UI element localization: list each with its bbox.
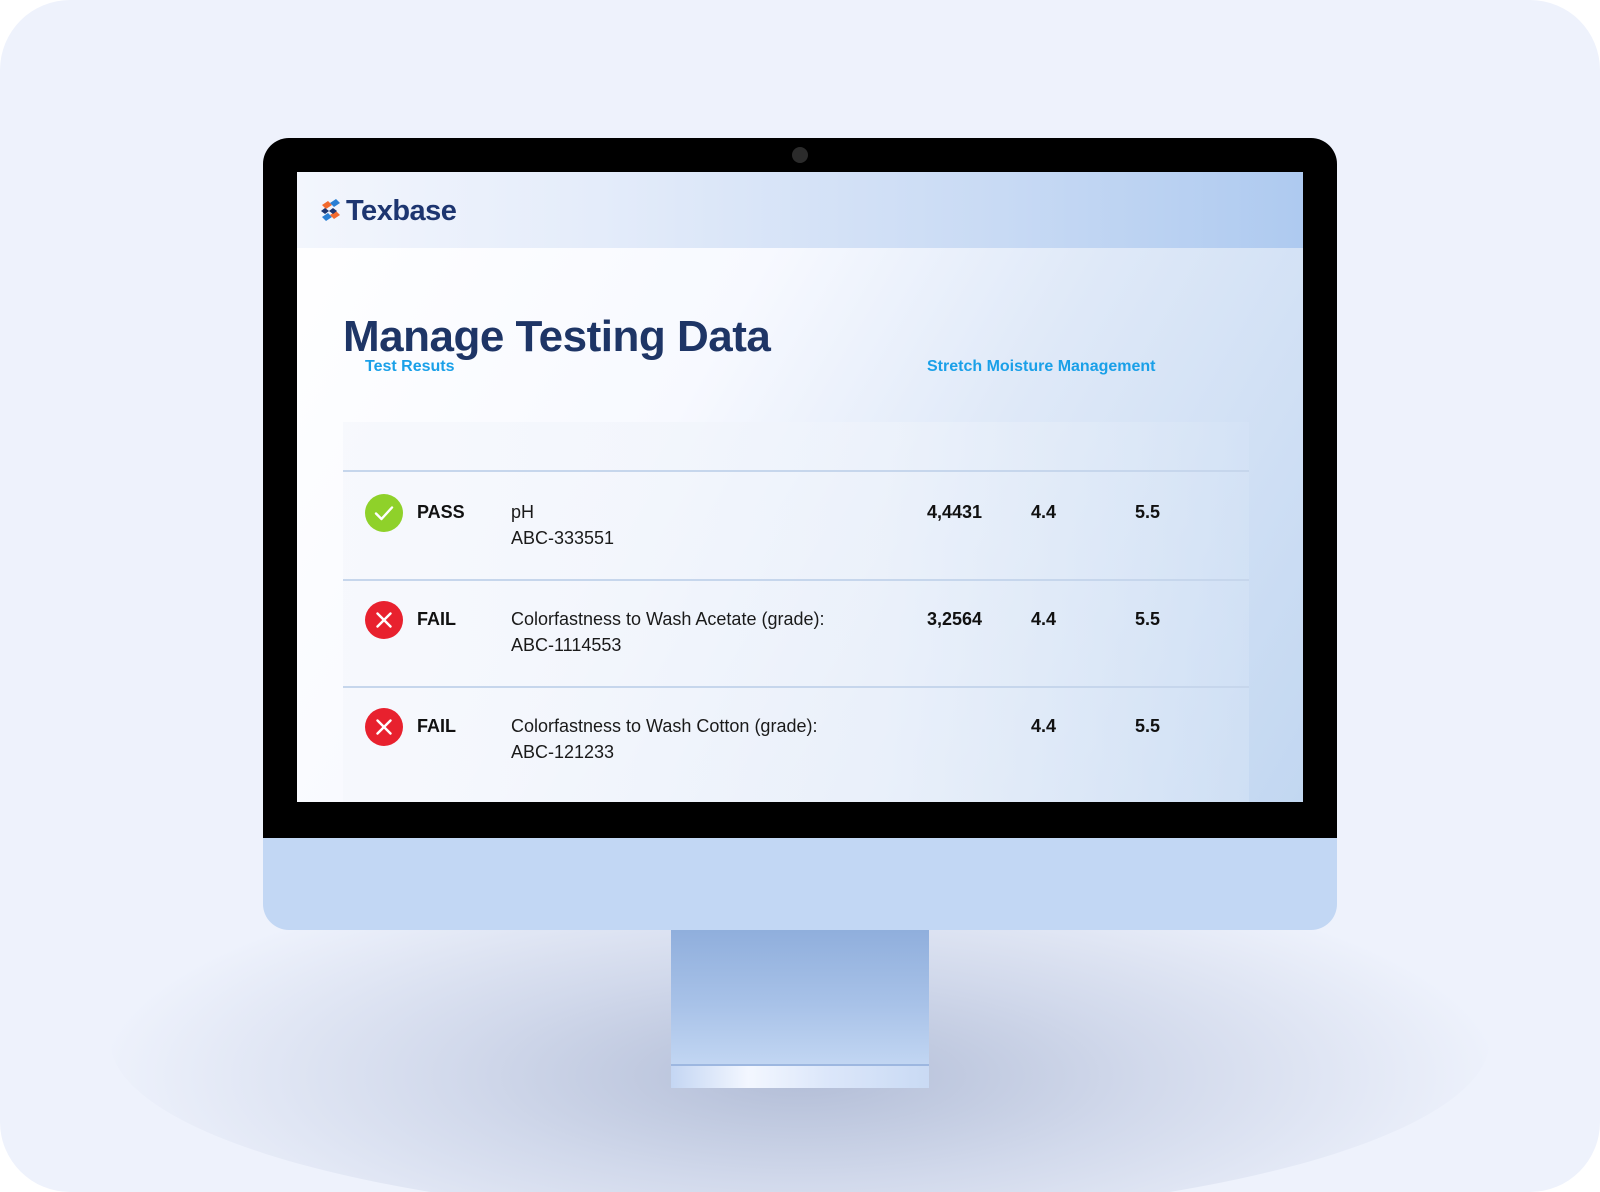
close-icon — [365, 708, 403, 746]
logo-text: Texbase — [346, 194, 457, 227]
page-title: Manage Testing Data — [343, 312, 771, 361]
min-value: 4.4 — [1031, 716, 1057, 736]
monitor-chin — [263, 832, 1337, 930]
stand-base — [671, 1066, 929, 1088]
check-icon — [365, 494, 403, 532]
test-name: pH — [511, 502, 535, 522]
row-divider — [343, 686, 1249, 688]
app-header: Texbase — [297, 172, 1303, 248]
result-value: 4,4431 — [927, 502, 983, 522]
status-label: FAIL — [417, 609, 456, 629]
texbase-logo[interactable]: Texbase — [319, 194, 457, 227]
min-value: 4.4 — [1031, 609, 1057, 629]
test-code: ABC-121233 — [511, 742, 615, 762]
test-name: Colorfastness to Wash Acetate (grade): — [511, 609, 825, 629]
monitor-screen: Texbase Manage Testing Data Test Resuts … — [297, 172, 1303, 802]
row-divider — [343, 579, 1249, 581]
max-value: 5.5 — [1135, 502, 1161, 522]
status-label: FAIL — [417, 716, 456, 736]
test-code: ABC-333551 — [511, 528, 615, 548]
test-name: Colorfastness to Wash Cotton (grade): — [511, 716, 818, 736]
test-code: ABC-1114553 — [511, 635, 622, 655]
camera-icon — [792, 147, 808, 163]
result-value: 3,2564 — [927, 609, 983, 629]
monitor-stand — [671, 928, 929, 1068]
header-divider — [343, 470, 1249, 472]
max-value: 5.5 — [1135, 716, 1161, 736]
col-header-stretch-moisture[interactable]: Stretch Moisture Management — [927, 358, 1155, 376]
close-icon — [365, 601, 403, 639]
max-value: 5.5 — [1135, 609, 1161, 629]
min-value: 4.4 — [1031, 502, 1057, 522]
status-label: PASS — [417, 502, 465, 522]
col-header-test-results[interactable]: Test Resuts — [365, 358, 455, 376]
texbase-logo-icon — [321, 199, 340, 221]
background-canvas: Texbase Manage Testing Data Test Resuts … — [0, 0, 1600, 1192]
